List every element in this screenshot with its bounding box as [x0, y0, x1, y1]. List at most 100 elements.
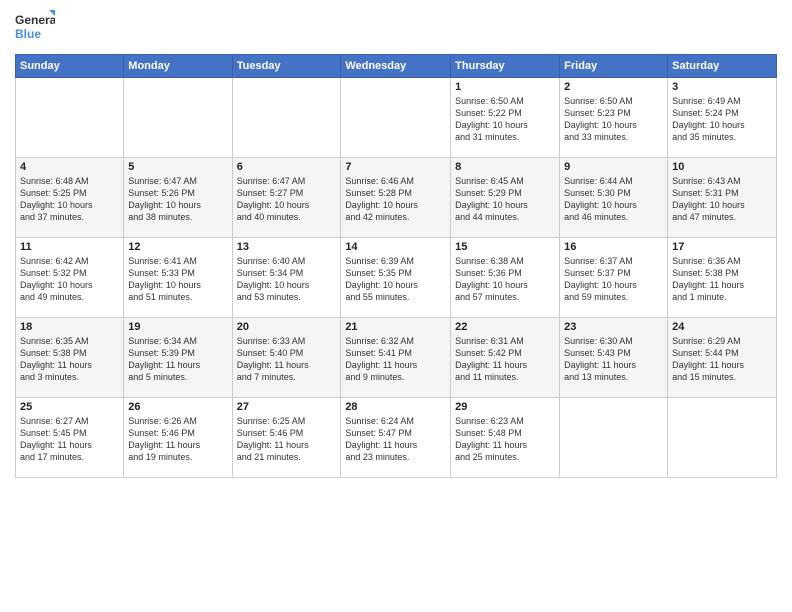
day-info: Sunrise: 6:42 AM Sunset: 5:32 PM Dayligh…	[20, 255, 119, 304]
day-info: Sunrise: 6:27 AM Sunset: 5:45 PM Dayligh…	[20, 415, 119, 464]
day-info: Sunrise: 6:33 AM Sunset: 5:40 PM Dayligh…	[237, 335, 337, 384]
cell-3-2: 12 Sunrise: 6:41 AM Sunset: 5:33 PM Dayli…	[124, 238, 232, 318]
day-number: 2	[564, 81, 663, 93]
day-info: Sunrise: 6:25 AM Sunset: 5:46 PM Dayligh…	[237, 415, 337, 464]
week-row-5: 25 Sunrise: 6:27 AM Sunset: 5:45 PM Dayli…	[16, 398, 777, 478]
cell-1-2	[124, 78, 232, 158]
week-row-2: 4 Sunrise: 6:48 AM Sunset: 5:25 PM Daylig…	[16, 158, 777, 238]
cell-4-2: 19 Sunrise: 6:34 AM Sunset: 5:39 PM Dayli…	[124, 318, 232, 398]
cell-1-1	[16, 78, 124, 158]
cell-1-6: 2 Sunrise: 6:50 AM Sunset: 5:23 PM Daylig…	[560, 78, 668, 158]
day-number: 4	[20, 161, 119, 173]
cell-1-3	[232, 78, 341, 158]
week-row-3: 11 Sunrise: 6:42 AM Sunset: 5:32 PM Dayli…	[16, 238, 777, 318]
day-number: 6	[237, 161, 337, 173]
day-number: 3	[672, 81, 772, 93]
cell-4-4: 21 Sunrise: 6:32 AM Sunset: 5:41 PM Dayli…	[341, 318, 451, 398]
cell-5-2: 26 Sunrise: 6:26 AM Sunset: 5:46 PM Dayli…	[124, 398, 232, 478]
day-info: Sunrise: 6:46 AM Sunset: 5:28 PM Dayligh…	[345, 175, 446, 224]
day-number: 7	[345, 161, 446, 173]
day-number: 14	[345, 241, 446, 253]
week-row-4: 18 Sunrise: 6:35 AM Sunset: 5:38 PM Dayli…	[16, 318, 777, 398]
day-info: Sunrise: 6:45 AM Sunset: 5:29 PM Dayligh…	[455, 175, 555, 224]
cell-5-4: 28 Sunrise: 6:24 AM Sunset: 5:47 PM Dayli…	[341, 398, 451, 478]
day-number: 8	[455, 161, 555, 173]
day-info: Sunrise: 6:24 AM Sunset: 5:47 PM Dayligh…	[345, 415, 446, 464]
day-number: 15	[455, 241, 555, 253]
day-info: Sunrise: 6:37 AM Sunset: 5:37 PM Dayligh…	[564, 255, 663, 304]
logo: General Blue	[15, 10, 55, 46]
cell-2-6: 9 Sunrise: 6:44 AM Sunset: 5:30 PM Daylig…	[560, 158, 668, 238]
day-info: Sunrise: 6:40 AM Sunset: 5:34 PM Dayligh…	[237, 255, 337, 304]
day-info: Sunrise: 6:39 AM Sunset: 5:35 PM Dayligh…	[345, 255, 446, 304]
cell-4-6: 23 Sunrise: 6:30 AM Sunset: 5:43 PM Dayli…	[560, 318, 668, 398]
day-number: 26	[128, 401, 227, 413]
logo-svg: General Blue	[15, 10, 55, 46]
cell-2-2: 5Sunrise: 6:47 AM Sunset: 5:26 PM Daylig…	[124, 158, 232, 238]
page: General Blue SundayMondayTuesdayWednesda…	[0, 0, 792, 612]
day-number: 24	[672, 321, 772, 333]
day-number: 25	[20, 401, 119, 413]
day-info: Sunrise: 6:50 AM Sunset: 5:23 PM Dayligh…	[564, 95, 663, 144]
day-number: 11	[20, 241, 119, 253]
day-info: Sunrise: 6:49 AM Sunset: 5:24 PM Dayligh…	[672, 95, 772, 144]
day-number: 21	[345, 321, 446, 333]
cell-4-7: 24 Sunrise: 6:29 AM Sunset: 5:44 PM Dayli…	[668, 318, 777, 398]
cell-3-1: 11 Sunrise: 6:42 AM Sunset: 5:32 PM Dayli…	[16, 238, 124, 318]
cell-1-5: 1Sunrise: 6:50 AM Sunset: 5:22 PM Daylig…	[451, 78, 560, 158]
header: General Blue	[15, 10, 777, 46]
day-info: Sunrise: 6:23 AM Sunset: 5:48 PM Dayligh…	[455, 415, 555, 464]
day-number: 13	[237, 241, 337, 253]
day-info: Sunrise: 6:48 AM Sunset: 5:25 PM Dayligh…	[20, 175, 119, 224]
day-number: 22	[455, 321, 555, 333]
cell-3-4: 14 Sunrise: 6:39 AM Sunset: 5:35 PM Dayli…	[341, 238, 451, 318]
day-info: Sunrise: 6:31 AM Sunset: 5:42 PM Dayligh…	[455, 335, 555, 384]
cell-5-5: 29 Sunrise: 6:23 AM Sunset: 5:48 PM Dayli…	[451, 398, 560, 478]
day-info: Sunrise: 6:38 AM Sunset: 5:36 PM Dayligh…	[455, 255, 555, 304]
cell-5-6	[560, 398, 668, 478]
day-info: Sunrise: 6:35 AM Sunset: 5:38 PM Dayligh…	[20, 335, 119, 384]
header-saturday: Saturday	[668, 55, 777, 78]
cell-3-6: 16 Sunrise: 6:37 AM Sunset: 5:37 PM Dayli…	[560, 238, 668, 318]
day-info: Sunrise: 6:32 AM Sunset: 5:41 PM Dayligh…	[345, 335, 446, 384]
day-number: 16	[564, 241, 663, 253]
day-number: 23	[564, 321, 663, 333]
day-info: Sunrise: 6:50 AM Sunset: 5:22 PM Dayligh…	[455, 95, 555, 144]
day-info: Sunrise: 6:44 AM Sunset: 5:30 PM Dayligh…	[564, 175, 663, 224]
cell-2-5: 8 Sunrise: 6:45 AM Sunset: 5:29 PM Daylig…	[451, 158, 560, 238]
cell-5-7	[668, 398, 777, 478]
day-info: Sunrise: 6:34 AM Sunset: 5:39 PM Dayligh…	[128, 335, 227, 384]
cell-4-3: 20Sunrise: 6:33 AM Sunset: 5:40 PM Dayli…	[232, 318, 341, 398]
day-info: Sunrise: 6:36 AM Sunset: 5:38 PM Dayligh…	[672, 255, 772, 304]
day-number: 12	[128, 241, 227, 253]
day-info: Sunrise: 6:29 AM Sunset: 5:44 PM Dayligh…	[672, 335, 772, 384]
cell-1-4	[341, 78, 451, 158]
week-row-1: 1Sunrise: 6:50 AM Sunset: 5:22 PM Daylig…	[16, 78, 777, 158]
day-number: 18	[20, 321, 119, 333]
cell-4-5: 22 Sunrise: 6:31 AM Sunset: 5:42 PM Dayli…	[451, 318, 560, 398]
day-info: Sunrise: 6:41 AM Sunset: 5:33 PM Dayligh…	[128, 255, 227, 304]
day-number: 10	[672, 161, 772, 173]
day-info: Sunrise: 6:26 AM Sunset: 5:46 PM Dayligh…	[128, 415, 227, 464]
day-number: 28	[345, 401, 446, 413]
header-wednesday: Wednesday	[341, 55, 451, 78]
cell-3-5: 15 Sunrise: 6:38 AM Sunset: 5:36 PM Dayli…	[451, 238, 560, 318]
day-number: 19	[128, 321, 227, 333]
header-tuesday: Tuesday	[232, 55, 341, 78]
day-info: Sunrise: 6:30 AM Sunset: 5:43 PM Dayligh…	[564, 335, 663, 384]
cell-2-4: 7 Sunrise: 6:46 AM Sunset: 5:28 PM Daylig…	[341, 158, 451, 238]
svg-text:Blue: Blue	[15, 27, 41, 41]
calendar: SundayMondayTuesdayWednesdayThursdayFrid…	[15, 54, 777, 478]
header-row: SundayMondayTuesdayWednesdayThursdayFrid…	[16, 55, 777, 78]
header-thursday: Thursday	[451, 55, 560, 78]
day-info: Sunrise: 6:47 AM Sunset: 5:26 PM Dayligh…	[128, 175, 227, 224]
day-number: 9	[564, 161, 663, 173]
day-number: 17	[672, 241, 772, 253]
day-number: 29	[455, 401, 555, 413]
day-info: Sunrise: 6:43 AM Sunset: 5:31 PM Dayligh…	[672, 175, 772, 224]
day-info: Sunrise: 6:47 AM Sunset: 5:27 PM Dayligh…	[237, 175, 337, 224]
header-friday: Friday	[560, 55, 668, 78]
header-sunday: Sunday	[16, 55, 124, 78]
cell-5-1: 25 Sunrise: 6:27 AM Sunset: 5:45 PM Dayli…	[16, 398, 124, 478]
svg-text:General: General	[15, 13, 55, 27]
